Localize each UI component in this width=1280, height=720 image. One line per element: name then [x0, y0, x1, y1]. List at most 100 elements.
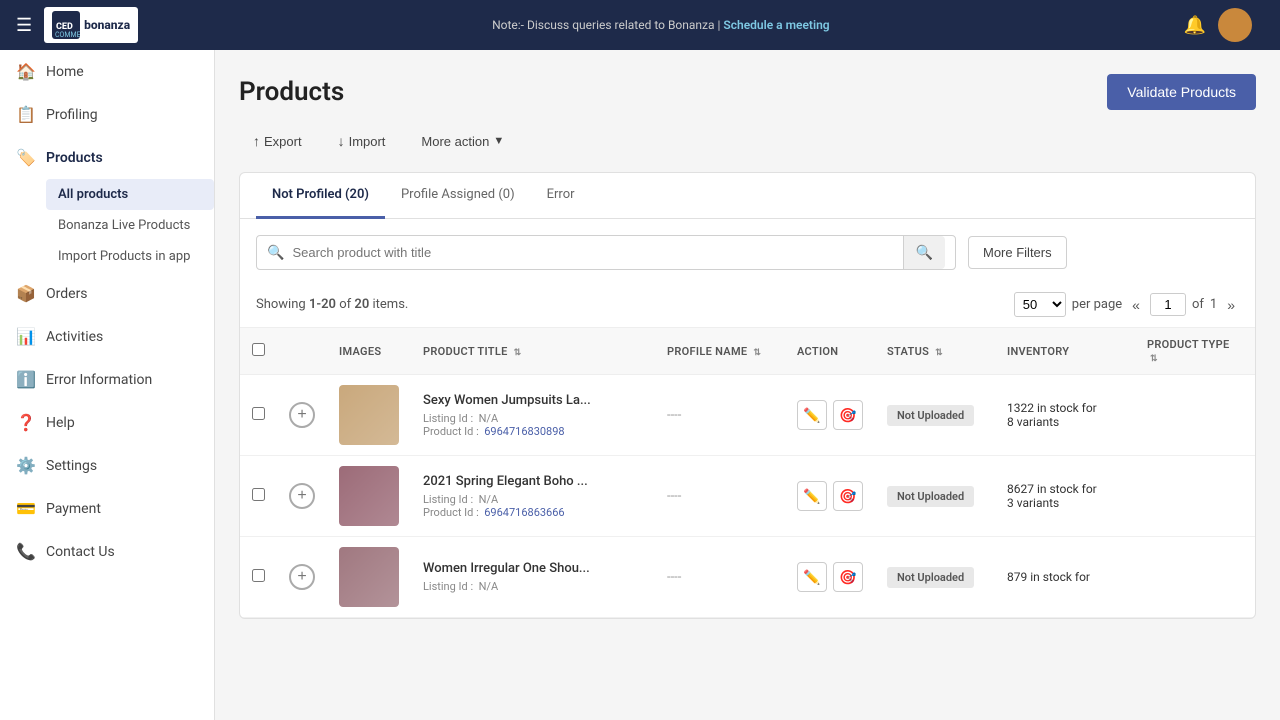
first-page-button[interactable]: « — [1128, 295, 1144, 315]
status-badge-1: Not Uploaded — [887, 405, 974, 426]
edit-button-1[interactable]: ✏️ — [797, 400, 827, 430]
help-icon: ❓ — [16, 413, 36, 432]
col-header-status: STATUS ⇅ — [875, 328, 995, 375]
tab-profile-assigned[interactable]: Profile Assigned (0) — [385, 173, 531, 219]
row-image-cell — [327, 456, 411, 537]
last-page-button[interactable]: » — [1223, 295, 1239, 315]
row-add-cell: + — [277, 537, 327, 618]
toolbar: ↑ Export ↓ Import More action ▼ — [239, 126, 1256, 156]
profile-dash: ---- — [667, 570, 681, 585]
table-row: + 2021 Spring Elegant Boho ... Listing I… — [240, 456, 1255, 537]
profiling-icon: 📋 — [16, 105, 36, 124]
row-inventory-cell: 879 in stock for — [995, 537, 1135, 618]
products-table: IMAGES PRODUCT TITLE ⇅ PROFILE NAME ⇅ AC… — [240, 327, 1255, 618]
action-buttons: ✏️ 🎯 — [797, 562, 863, 592]
tab-error[interactable]: Error — [531, 173, 591, 219]
edit-button-3[interactable]: ✏️ — [797, 562, 827, 592]
sidebar-item-products[interactable]: 🏷️ Products — [0, 136, 214, 179]
tabs-bar: Not Profiled (20) Profile Assigned (0) E… — [240, 173, 1255, 219]
row-action-cell: ✏️ 🎯 — [785, 375, 875, 456]
export-button[interactable]: ↑ Export — [239, 126, 316, 156]
row-profile-cell: ---- — [655, 375, 785, 456]
sidebar-item-home[interactable]: 🏠 Home — [0, 50, 214, 93]
inventory-variants-2: 3 variants — [1007, 496, 1123, 510]
table-row: + Sexy Women Jumpsuits La... Listing Id … — [240, 375, 1255, 456]
schedule-meeting-link[interactable]: Schedule a meeting — [723, 18, 829, 32]
bell-icon[interactable]: 🔔 — [1184, 15, 1206, 36]
avatar[interactable] — [1218, 8, 1252, 42]
row-status-cell: Not Uploaded — [875, 375, 995, 456]
inventory-text-1: 1322 in stock for — [1007, 401, 1123, 415]
per-page-select[interactable]: 50 25 100 — [1014, 292, 1066, 317]
view-button-3[interactable]: 🎯 — [833, 562, 863, 592]
sort-profile-name-icon[interactable]: ⇅ — [753, 348, 761, 358]
row-product-type-cell — [1135, 456, 1255, 537]
sidebar-item-help[interactable]: ❓ Help — [0, 401, 214, 444]
sidebar-sub-all-products[interactable]: All products — [46, 179, 214, 210]
import-button[interactable]: ↓ Import — [324, 126, 400, 156]
edit-button-2[interactable]: ✏️ — [797, 481, 827, 511]
search-icon: 🔍 — [267, 245, 284, 261]
import-icon: ↓ — [338, 133, 345, 149]
search-row: 🔍 🔍 More Filters — [240, 219, 1255, 286]
hamburger-menu[interactable]: ☰ — [16, 15, 32, 36]
product-title-text: 2021 Spring Elegant Boho ... — [423, 474, 643, 489]
inventory-variants-1: 8 variants — [1007, 415, 1123, 429]
col-header-add — [277, 328, 327, 375]
showing-row: Showing 1-20 of 20 items. 50 25 100 per … — [240, 286, 1255, 327]
sidebar-item-contact-us[interactable]: 📞 Contact Us — [0, 530, 214, 573]
sidebar-item-error-information[interactable]: ℹ️ Error Information — [0, 358, 214, 401]
sidebar-item-orders[interactable]: 📦 Orders — [0, 272, 214, 315]
sort-status-icon[interactable]: ⇅ — [935, 348, 943, 358]
search-input[interactable] — [284, 236, 902, 269]
row-image-cell — [327, 375, 411, 456]
sidebar-item-settings[interactable]: ⚙️ Settings — [0, 444, 214, 487]
row-checkbox-3[interactable] — [252, 569, 265, 582]
tab-not-profiled[interactable]: Not Profiled (20) — [256, 173, 385, 219]
error-icon: ℹ️ — [16, 370, 36, 389]
sort-product-title-icon[interactable]: ⇅ — [514, 348, 522, 358]
add-product-button-2[interactable]: + — [289, 483, 315, 509]
add-product-button-1[interactable]: + — [289, 402, 315, 428]
product-listing-id: Listing Id : N/A — [423, 580, 643, 593]
search-go-button[interactable]: 🔍 — [903, 236, 945, 269]
page-number-input[interactable] — [1150, 293, 1186, 316]
validate-products-button[interactable]: Validate Products — [1107, 74, 1256, 110]
row-add-cell: + — [277, 375, 327, 456]
row-checkbox-cell — [240, 375, 277, 456]
row-checkbox-1[interactable] — [252, 407, 265, 420]
col-header-action: ACTION — [785, 328, 875, 375]
status-badge-2: Not Uploaded — [887, 486, 974, 507]
more-action-button[interactable]: More action ▼ — [407, 127, 518, 156]
sidebar-item-activities[interactable]: 📊 Activities — [0, 315, 214, 358]
row-checkbox-cell — [240, 456, 277, 537]
add-product-button-3[interactable]: + — [289, 564, 315, 590]
sidebar-item-payment[interactable]: 💳 Payment — [0, 487, 214, 530]
col-header-images: IMAGES — [327, 328, 411, 375]
row-checkbox-cell — [240, 537, 277, 618]
more-filters-button[interactable]: More Filters — [968, 236, 1067, 269]
row-title-cell: 2021 Spring Elegant Boho ... Listing Id … — [411, 456, 655, 537]
row-action-cell: ✏️ 🎯 — [785, 537, 875, 618]
sort-product-type-icon[interactable]: ⇅ — [1150, 354, 1158, 364]
total-pages: 1 — [1210, 297, 1217, 312]
row-add-cell: + — [277, 456, 327, 537]
col-header-product-type: PRODUCT TYPE ⇅ — [1135, 328, 1255, 375]
row-action-cell: ✏️ 🎯 — [785, 456, 875, 537]
col-header-profile-name: PROFILE NAME ⇅ — [655, 328, 785, 375]
svg-text:COMMERCE: COMMERCE — [55, 31, 80, 39]
select-all-checkbox[interactable] — [252, 343, 265, 356]
sidebar-sub-bonanza-live[interactable]: Bonanza Live Products — [46, 210, 214, 241]
products-icon: 🏷️ — [16, 148, 36, 167]
view-button-2[interactable]: 🎯 — [833, 481, 863, 511]
contact-icon: 📞 — [16, 542, 36, 561]
product-image-3 — [339, 547, 399, 607]
product-title-text: Women Irregular One Shou... — [423, 561, 643, 576]
col-header-product-title: PRODUCT TITLE ⇅ — [411, 328, 655, 375]
status-badge-3: Not Uploaded — [887, 567, 974, 588]
view-button-1[interactable]: 🎯 — [833, 400, 863, 430]
sidebar-sub-import-products[interactable]: Import Products in app — [46, 241, 214, 272]
row-checkbox-2[interactable] — [252, 488, 265, 501]
sidebar-item-profiling[interactable]: 📋 Profiling — [0, 93, 214, 136]
row-image-cell — [327, 537, 411, 618]
